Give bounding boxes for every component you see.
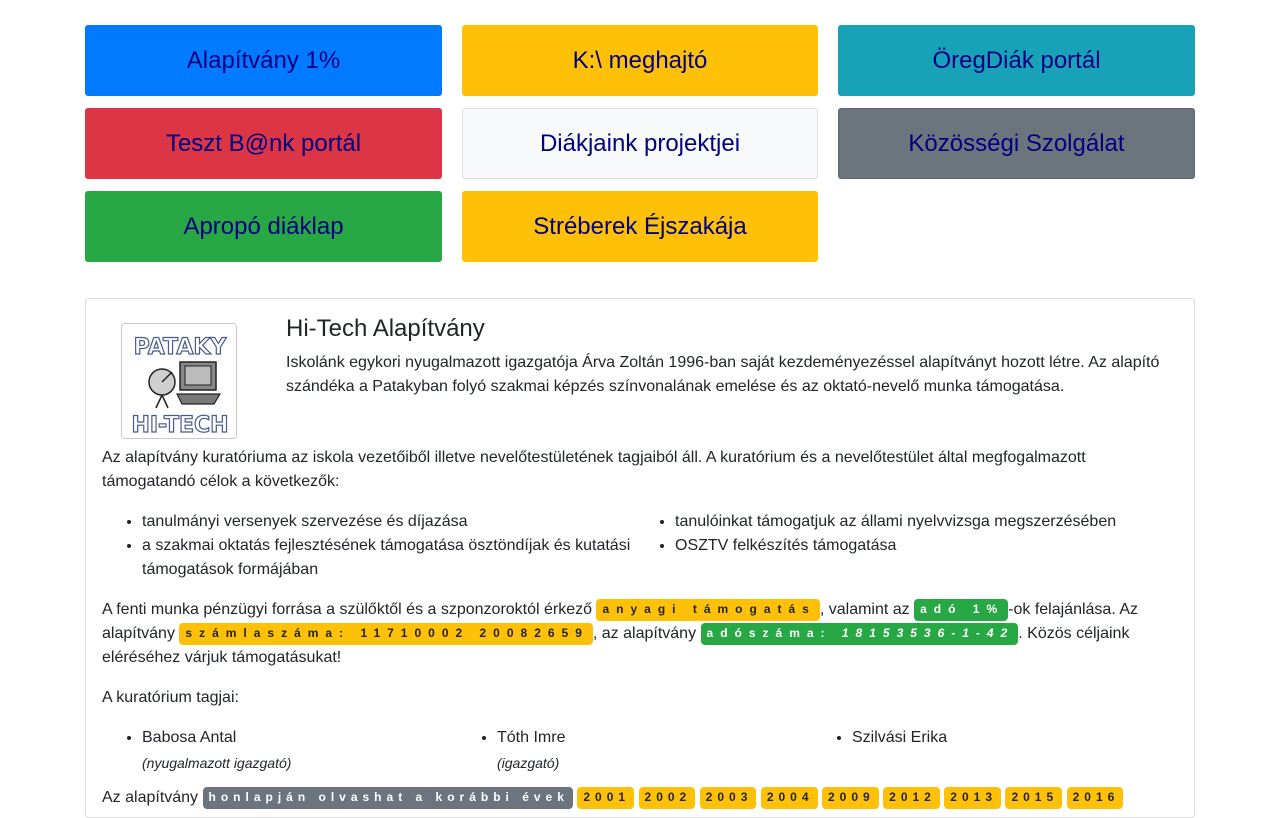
member-column: Tóth Imre (igazgató) — [457, 726, 812, 776]
member-name: Babosa Antal — [142, 729, 237, 746]
member-column: Szilvási Erika — [812, 726, 1167, 776]
member-role: (nyugalmazott igazgató) — [142, 755, 292, 771]
year-badge-2016[interactable]: 2016 — [1066, 787, 1124, 809]
portal-button-oregdiak[interactable]: ÖregDiák portál — [838, 25, 1195, 96]
portal-button-kozossegi-szolgalat[interactable]: Közösségi Szolgálat — [838, 108, 1195, 179]
pataky-hitech-logo: PATAKY HI-TECH — [121, 323, 237, 439]
goals-list-left: tanulmányi versenyek szervezése és díjaz… — [102, 510, 635, 582]
badge-ado-1-szazalek: adó 1% — [914, 599, 1009, 621]
members-list: Babosa Antal (nyugalmazott igazgató) Tót… — [102, 726, 1182, 776]
badge-anyagi-tamogatas: anyagi támogatás — [596, 599, 820, 621]
badge-adoszam: adószáma: 18153536-1-42 — [700, 623, 1019, 645]
members-heading: A kuratórium tagjai: — [102, 689, 239, 706]
portal-button-diakjaink-projektjei[interactable]: Diákjaink projektjei — [462, 108, 818, 179]
member-name: Szilvási Erika — [852, 729, 948, 746]
intro-paragraph: Iskolánk egykori nyugalmazott igazgatója… — [286, 354, 1160, 395]
year-badge-2015[interactable]: 2015 — [1005, 787, 1063, 809]
member-column: Babosa Antal (nyugalmazott igazgató) — [102, 726, 457, 776]
portal-button-teszt-bank[interactable]: Teszt B@nk portál — [85, 108, 442, 179]
list-item: tanulmányi versenyek szervezése és díjaz… — [142, 510, 635, 534]
badge-szamlaszam: számlaszáma: 11710002 20082659 — [179, 623, 593, 645]
card-title: Hi-Tech Alapítvány — [286, 315, 485, 342]
year-badge-2012[interactable]: 2012 — [883, 787, 940, 809]
portal-links-grid: Alapítvány 1% K:\ meghajtó ÖregDiák port… — [85, 25, 1195, 262]
adoszam-value: 18153536-1-42 — [841, 626, 1015, 640]
funding-paragraph: A fenti munka pénzügyi forrása a szülőkt… — [102, 598, 1182, 670]
year-badge-2013[interactable]: 2013 — [944, 787, 1001, 809]
goals-list-right: tanulóinkat támogatjuk az állami nyelvvi… — [635, 510, 1175, 582]
funding-text: , az alapítvány — [592, 625, 701, 642]
svg-text:HI-TECH: HI-TECH — [131, 413, 228, 438]
bottom-history-line: Az alapítvány honlapján olvashat a koráb… — [102, 786, 1182, 810]
portal-button-alapitvany[interactable]: Alapítvány 1% — [85, 25, 442, 96]
member-item: Szilvási Erika — [852, 726, 1167, 750]
portal-button-streberek[interactable]: Stréberek Éjszakája — [462, 191, 818, 262]
year-badge-2002[interactable]: 2002 — [638, 787, 696, 809]
member-item: Tóth Imre (igazgató) — [497, 726, 812, 776]
curatorium-paragraph: Az alapítvány kuratóriuma az iskola veze… — [102, 449, 1086, 490]
portal-button-apropo[interactable]: Apropó diáklap — [85, 191, 442, 262]
badge-honlap[interactable]: honlapján olvashat a korábbi évek — [202, 787, 573, 809]
member-role: (igazgató) — [497, 755, 560, 771]
member-name: Tóth Imre — [497, 729, 566, 746]
year-badge-2001[interactable]: 2001 — [577, 787, 635, 809]
list-item: OSZTV felkészítés támogatása — [675, 534, 1175, 558]
adoszam-label: adószáma: — [706, 626, 842, 640]
portal-button-k-drive[interactable]: K:\ meghajtó — [462, 25, 818, 96]
year-badge-2004[interactable]: 2004 — [760, 787, 818, 809]
funding-text: A fenti munka pénzügyi forrása a szülőkt… — [102, 601, 597, 618]
goals-list: tanulmányi versenyek szervezése és díjaz… — [102, 510, 1182, 582]
funding-text: , valamint az — [819, 601, 915, 618]
list-item: tanulóinkat támogatjuk az állami nyelvvi… — [675, 510, 1175, 534]
bottom-text: Az alapítvány — [102, 789, 203, 806]
list-item: a szakmai oktatás fejlesztésének támogat… — [142, 534, 635, 582]
svg-text:PATAKY: PATAKY — [134, 335, 228, 360]
member-item: Babosa Antal (nyugalmazott igazgató) — [142, 726, 457, 776]
year-badge-2003[interactable]: 2003 — [699, 787, 757, 809]
year-badge-2009[interactable]: 2009 — [821, 787, 879, 809]
